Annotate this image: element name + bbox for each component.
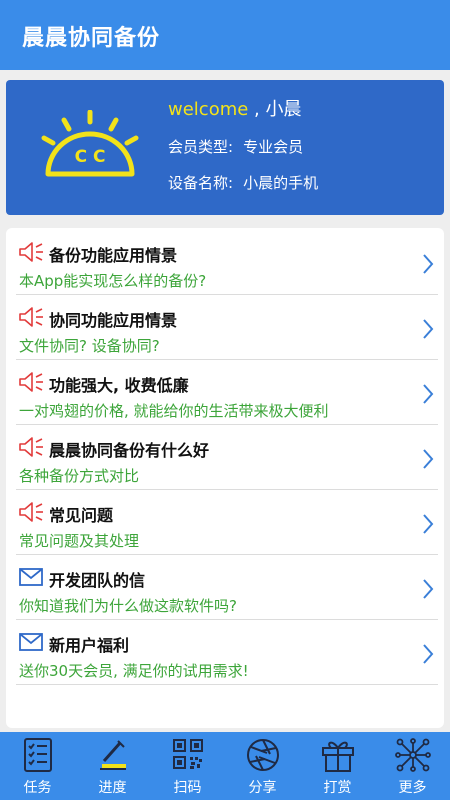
- progress-icon: [100, 740, 126, 770]
- list-item-team-letter[interactable]: 开发团队的信 你知道我们为什么做这款软件吗?: [6, 555, 444, 620]
- aperture-icon: [247, 739, 279, 771]
- divider: [16, 684, 438, 685]
- list-item-pricing[interactable]: 功能强大, 收费低廉 一对鸡翅的价格, 就能给你的生活带来极大便利: [6, 360, 444, 425]
- tab-label: 扫码: [173, 780, 202, 796]
- item-title: 协同功能应用情景: [49, 311, 178, 330]
- info-list: 备份功能应用情景 本App能实现怎么样的备份? 协同功能应用情景 文件协同? 设…: [6, 228, 444, 728]
- welcome-text: welcome , 小晨: [168, 95, 302, 121]
- chevron-right-icon: [423, 319, 434, 339]
- envelope-icon: [19, 568, 43, 586]
- list-item-faq[interactable]: 常见问题 常见问题及其处理: [6, 490, 444, 555]
- tab-scan[interactable]: 扫码: [150, 732, 225, 800]
- tab-progress[interactable]: 进度: [75, 732, 150, 800]
- item-title: 常见问题: [49, 506, 114, 525]
- chevron-right-icon: [423, 514, 434, 534]
- qr-code-icon: [173, 739, 203, 769]
- item-subtitle: 你知道我们为什么做这款软件吗?: [19, 597, 237, 615]
- welcome-word: welcome: [168, 99, 249, 120]
- item-subtitle: 一对鸡翅的价格, 就能给你的生活带来极大便利: [19, 402, 329, 420]
- tab-tip[interactable]: 打赏: [300, 732, 375, 800]
- item-subtitle: 各种备份方式对比: [19, 467, 140, 485]
- welcome-username: , 小晨: [248, 99, 302, 120]
- gift-icon: [322, 741, 354, 772]
- list-item-sync-scenarios[interactable]: 协同功能应用情景 文件协同? 设备协同?: [6, 295, 444, 360]
- checklist-icon: [24, 738, 52, 772]
- app-title: 晨晨协同备份: [22, 26, 161, 51]
- profile-card[interactable]: C C welcome , 小晨 会员类型: 专业会员 设备名称: 小晨的手机: [6, 80, 444, 215]
- item-subtitle: 送你30天会员, 满足你的试用需求!: [19, 662, 249, 680]
- sun-logo-icon: C C: [41, 110, 139, 177]
- item-title: 晨晨协同备份有什么好: [49, 441, 210, 460]
- list-item-new-user-benefit[interactable]: 新用户福利 送你30天会员, 满足你的试用需求!: [6, 620, 444, 685]
- item-title: 新用户福利: [49, 636, 130, 655]
- member-type-row: 会员类型: 专业会员: [168, 136, 303, 157]
- tab-more[interactable]: 更多: [375, 732, 450, 800]
- network-icon: [395, 738, 431, 772]
- speaker-icon: [19, 307, 43, 327]
- envelope-icon: [19, 633, 43, 651]
- tab-label: 任务: [23, 780, 52, 796]
- member-type-label: 会员类型:: [168, 138, 234, 156]
- chevron-right-icon: [423, 254, 434, 274]
- speaker-icon: [19, 242, 43, 262]
- chevron-right-icon: [423, 449, 434, 469]
- member-type-value: 专业会员: [243, 138, 304, 156]
- speaker-icon: [19, 502, 43, 522]
- tab-share[interactable]: 分享: [225, 732, 300, 800]
- tab-tasks[interactable]: 任务: [0, 732, 75, 800]
- tab-label: 分享: [248, 780, 277, 796]
- chevron-right-icon: [423, 579, 434, 599]
- tab-label: 更多: [398, 780, 427, 796]
- item-subtitle: 本App能实现怎么样的备份?: [19, 272, 207, 290]
- item-title: 功能强大, 收费低廉: [49, 376, 189, 395]
- logo-letters: C C: [75, 147, 106, 167]
- speaker-icon: [19, 437, 43, 457]
- device-name-row: 设备名称: 小晨的手机: [168, 172, 318, 193]
- chevron-right-icon: [423, 644, 434, 664]
- speaker-icon: [19, 372, 43, 392]
- tab-label: 进度: [98, 780, 127, 796]
- item-subtitle: 文件协同? 设备协同?: [19, 337, 160, 355]
- item-title: 开发团队的信: [49, 571, 146, 590]
- bottom-tab-bar: 任务 进度 扫码 分享 打赏 更多: [0, 732, 450, 800]
- app-header: 晨晨协同备份: [0, 0, 450, 70]
- list-item-backup-scenarios[interactable]: 备份功能应用情景 本App能实现怎么样的备份?: [6, 230, 444, 295]
- item-title: 备份功能应用情景: [49, 246, 178, 265]
- device-name-label: 设备名称:: [168, 174, 234, 192]
- tab-label: 打赏: [323, 780, 352, 796]
- item-subtitle: 常见问题及其处理: [19, 532, 140, 550]
- device-name-value: 小晨的手机: [243, 174, 319, 192]
- list-item-advantages[interactable]: 晨晨协同备份有什么好 各种备份方式对比: [6, 425, 444, 490]
- chevron-right-icon: [423, 384, 434, 404]
